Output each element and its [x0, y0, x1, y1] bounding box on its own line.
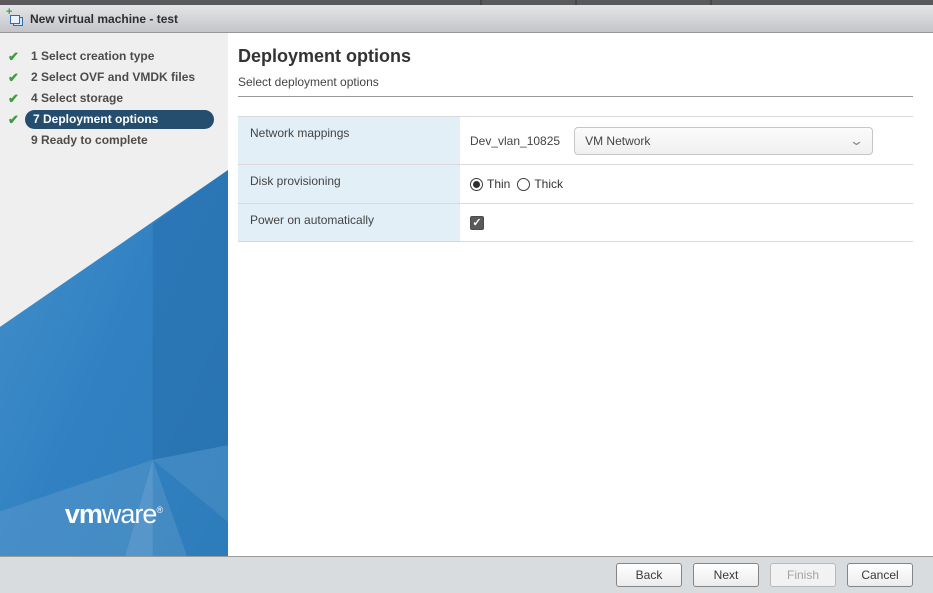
check-icon: ✔ [8, 112, 19, 127]
wizard-content: Deployment options Select deployment opt… [228, 33, 933, 556]
network-mappings-row: Network mappings Dev_vlan_10825 VM Netwo… [238, 117, 913, 165]
target-network-dropdown[interactable]: VM Network ⌄ [574, 126, 874, 155]
new-vm-icon: + [6, 6, 24, 26]
check-icon: ✔ [8, 49, 19, 64]
chevron-down-icon: ⌄ [848, 133, 865, 148]
strip-divider [480, 0, 482, 5]
deployment-options-form: Network mappings Dev_vlan_10825 VM Netwo… [238, 116, 913, 242]
step-label: 4 Select storage [31, 91, 124, 105]
wizard-footer: Back Next Finish Cancel [0, 556, 933, 593]
source-network-label: Dev_vlan_10825 [470, 133, 561, 148]
check-icon: ✔ [8, 70, 19, 85]
page-title: Deployment options [238, 46, 412, 66]
step-select-creation-type[interactable]: ✔ 1 Select creation type [0, 46, 228, 67]
step-select-storage[interactable]: ✔ 4 Select storage [0, 88, 228, 109]
step-label: 2 Select OVF and VMDK files [31, 70, 196, 84]
cancel-button[interactable]: Cancel [847, 563, 913, 587]
radio-thick[interactable]: Thick [517, 177, 563, 191]
step-label: 1 Select creation type [31, 49, 155, 63]
disk-provisioning-radio-group: Thin Thick [470, 177, 570, 191]
check-icon: ✔ [8, 91, 19, 106]
page-subtitle: Select deployment options [238, 75, 379, 89]
finish-button[interactable]: Finish [770, 563, 836, 587]
dialog-titlebar: + New virtual machine - test [0, 5, 933, 33]
radio-button-icon[interactable] [470, 177, 483, 191]
step-ready-to-complete[interactable]: 9 Ready to complete [0, 130, 228, 151]
background-app-strip [0, 0, 933, 5]
wizard-step-list: ✔ 1 Select creation type ✔ 2 Select OVF … [0, 33, 228, 151]
strip-divider [575, 0, 577, 5]
step-label: 7 Deployment options [25, 110, 214, 129]
step-label: 9 Ready to complete [31, 133, 148, 147]
vmware-logo: vmware® [64, 499, 164, 529]
next-button[interactable]: Next [693, 563, 759, 587]
header-divider [238, 96, 913, 97]
wizard-sidebar: ✔ 1 Select creation type ✔ 2 Select OVF … [0, 33, 228, 556]
dialog-title: New virtual machine - test [30, 11, 179, 26]
radio-button-icon[interactable] [517, 177, 531, 191]
back-button[interactable]: Back [616, 563, 682, 587]
power-on-label: Power on automatically [238, 204, 460, 241]
disk-provisioning-row: Disk provisioning Thin Thick [238, 165, 913, 204]
network-mappings-label: Network mappings [238, 117, 460, 164]
disk-provisioning-label: Disk provisioning [238, 165, 460, 203]
dropdown-selected-value: VM Network [585, 133, 651, 148]
strip-divider [710, 0, 712, 5]
radio-thin[interactable]: Thin [470, 177, 510, 191]
power-on-row: Power on automatically ✓ [238, 204, 913, 242]
step-deployment-options[interactable]: ✔ 7 Deployment options [0, 109, 228, 130]
step-select-ovf-vmdk[interactable]: ✔ 2 Select OVF and VMDK files [0, 67, 228, 88]
power-on-checkbox[interactable]: ✓ [470, 215, 484, 230]
